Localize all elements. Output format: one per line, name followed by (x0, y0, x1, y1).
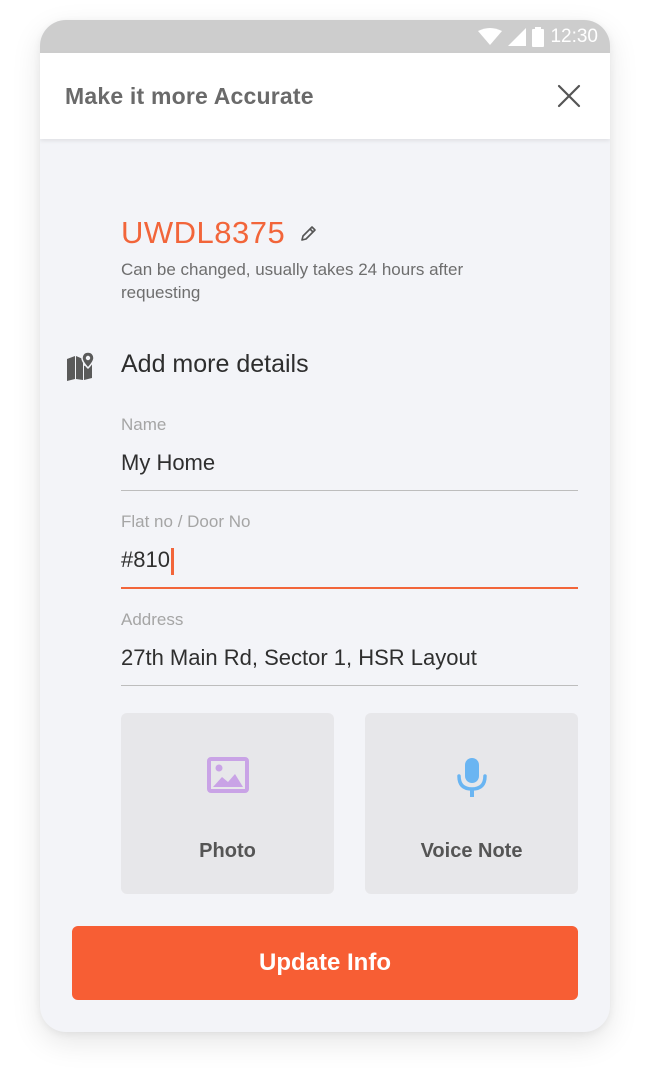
text-cursor (170, 547, 174, 575)
flat-underline (121, 587, 578, 589)
name-label: Name (121, 415, 167, 434)
pencil-icon[interactable] (299, 223, 319, 243)
battery-icon (532, 26, 545, 47)
image-icon (206, 757, 249, 793)
page-title: Make it more Accurate (65, 83, 314, 109)
close-icon[interactable] (556, 83, 582, 109)
photo-label: Photo (199, 840, 256, 862)
code-note: Can be changed, usually takes 24 hours a… (121, 260, 464, 302)
status-bar: 12:30 (40, 20, 610, 53)
phone-frame: 12:30 Make it more Accurate UWDL8375 Can… (40, 20, 610, 1032)
name-field[interactable]: Name My Home (121, 415, 578, 491)
signal-icon (508, 27, 527, 46)
code-row: UWDL8375 (121, 215, 319, 251)
name-underline (121, 490, 578, 491)
voice-note-button[interactable]: Voice Note (365, 713, 578, 894)
wifi-icon (478, 27, 503, 45)
update-info-button[interactable]: Update Info (72, 926, 578, 1000)
map-pin-icon (67, 352, 95, 381)
address-input[interactable]: 27th Main Rd, Sector 1, HSR Layout (121, 644, 578, 672)
voice-note-label: Voice Note (420, 840, 523, 862)
location-code: UWDL8375 (121, 215, 286, 250)
address-label: Address (121, 610, 184, 629)
name-input[interactable]: My Home (121, 449, 578, 477)
app-bar: Make it more Accurate (40, 53, 610, 139)
flat-input[interactable]: #810 (121, 546, 578, 575)
address-underline (121, 685, 578, 686)
flat-value: #810 (121, 547, 170, 572)
status-icons: 12:30 (478, 20, 598, 53)
microphone-icon (456, 758, 487, 797)
details-title: Add more details (121, 350, 309, 378)
status-time: 12:30 (550, 25, 598, 47)
flat-label: Flat no / Door No (121, 512, 251, 531)
photo-button[interactable]: Photo (121, 713, 334, 894)
flat-field[interactable]: Flat no / Door No #810 (121, 512, 578, 589)
address-field[interactable]: Address 27th Main Rd, Sector 1, HSR Layo… (121, 610, 578, 686)
